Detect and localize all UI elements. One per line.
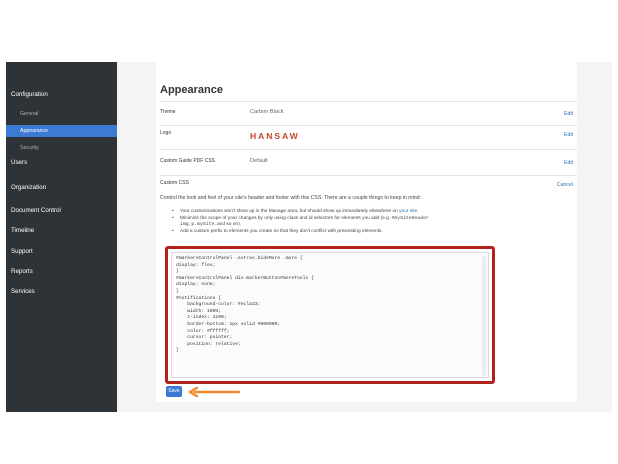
sidebar: Configuration General Appearance Securit…: [6, 62, 117, 412]
code-line: #markersControlPanel .extras.hideMore .m…: [176, 256, 303, 261]
code-line: display: none;: [176, 282, 216, 288]
sidebar-item-users[interactable]: Users: [6, 157, 117, 169]
tip-code: img: [180, 222, 189, 228]
sidebar-item-support[interactable]: Support: [6, 246, 117, 258]
page-title: Appearance: [160, 84, 223, 96]
theme-edit-link[interactable]: Edit: [564, 111, 573, 117]
code-line: cursor: pointer;: [176, 335, 233, 341]
setting-row-logo: Logo HANSAW Edit: [160, 125, 577, 149]
editor-scrollbar[interactable]: [482, 256, 486, 376]
save-button[interactable]: Save: [166, 386, 182, 397]
sidebar-item-configuration[interactable]: Configuration: [6, 89, 117, 101]
code-line: display: flex;: [176, 262, 216, 268]
css-editor[interactable]: #markersControlPanel .extras.hideMore .m…: [171, 252, 489, 378]
tip-item: Add a custom prefix to elements you crea…: [172, 229, 572, 236]
your-site-link[interactable]: your site: [399, 209, 417, 214]
tip-code: p.mySite: [191, 222, 215, 228]
setting-row-custom-css: Custom CSS Cancel: [160, 175, 577, 195]
theme-label: Theme: [160, 109, 176, 115]
code-line: }: [176, 288, 179, 294]
tip-text: , and so on).: [214, 222, 242, 228]
setting-row-theme: Theme Carbon Black Edit: [160, 101, 577, 125]
sidebar-item-security[interactable]: Security: [6, 142, 117, 154]
custom-css-cancel-link[interactable]: Cancel: [557, 182, 573, 188]
code-line: z-index: 1100;: [176, 315, 227, 321]
site-logo: HANSAW: [250, 131, 300, 141]
tip-text: Your customizations won't show up in the…: [180, 209, 400, 214]
tip-text: Minimize the scope of your changes by on…: [180, 215, 392, 221]
tip-item: Your customizations won't show up in the…: [172, 209, 572, 216]
tip-text: .: [417, 209, 419, 214]
pdf-css-label: Custom Guide PDF CSS: [160, 158, 216, 164]
sidebar-item-timeline[interactable]: Timeline: [6, 225, 117, 237]
logo-label: Logo: [160, 130, 172, 136]
custom-css-description: Control the look and feel of your site's…: [160, 195, 421, 201]
custom-css-label: Custom CSS: [160, 180, 189, 186]
theme-value: Carbon Black: [250, 109, 284, 115]
code-line: #markersControlPanel div.markerButton#mo…: [176, 275, 314, 281]
code-line: border-bottom: 1px solid #000000;: [176, 321, 281, 327]
pdf-css-value: Default: [250, 158, 268, 164]
sidebar-item-appearance[interactable]: Appearance: [6, 125, 117, 137]
app-frame: Configuration General Appearance Securit…: [6, 62, 612, 412]
sidebar-item-document-control[interactable]: Document Control: [6, 205, 117, 217]
custom-css-tips: Your customizations won't show up in the…: [172, 209, 572, 235]
css-editor-highlight: #markersControlPanel .extras.hideMore .m…: [165, 246, 495, 384]
tip-code: #mySiteHeader: [391, 215, 429, 221]
main-content: Appearance Theme Carbon Black Edit Logo …: [117, 62, 612, 412]
pdf-css-edit-link[interactable]: Edit: [564, 160, 573, 166]
code-line: position: relative;: [176, 341, 241, 347]
logo-edit-link[interactable]: Edit: [564, 132, 573, 138]
sidebar-item-general[interactable]: General: [6, 108, 117, 120]
tip-text: Add a custom prefix to elements you crea…: [180, 228, 383, 234]
arrow-left-icon: [188, 387, 241, 397]
code-line: background-color: #ecla23;: [176, 302, 261, 308]
setting-row-pdf-css: Custom Guide PDF CSS Default Edit: [160, 149, 577, 171]
code-line: }: [176, 348, 179, 354]
code-line: }: [176, 269, 179, 275]
sidebar-item-organization[interactable]: Organization: [6, 182, 117, 194]
tip-item: Minimize the scope of your changes by on…: [172, 216, 572, 229]
sidebar-item-reports[interactable]: Reports: [6, 266, 117, 278]
sidebar-item-services[interactable]: Services: [6, 286, 117, 298]
